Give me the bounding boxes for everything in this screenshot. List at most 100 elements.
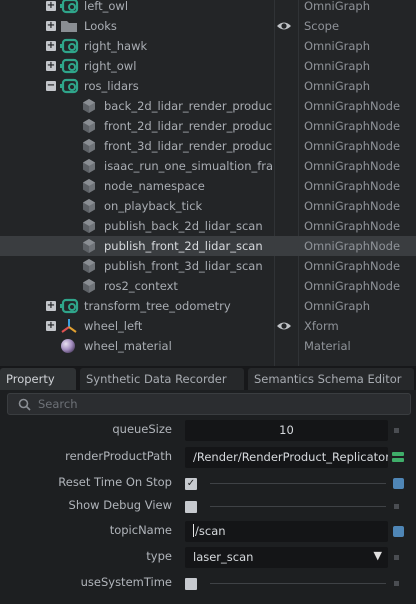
- tree-item-type: OmniGraphNode: [304, 179, 401, 193]
- node-icon: [81, 258, 97, 277]
- show-debug-checkbox[interactable]: [185, 501, 197, 513]
- tree-row[interactable]: node_namespace OmniGraphNode: [0, 176, 416, 196]
- graph-icon: [60, 58, 80, 77]
- default-indicator[interactable]: [394, 581, 399, 586]
- node-icon: [81, 218, 97, 237]
- graph-icon: [60, 0, 80, 17]
- tab-property[interactable]: Property: [0, 368, 76, 390]
- search-input[interactable]: Search: [7, 393, 411, 415]
- tree-row[interactable]: − ros_lidars OmniGraph: [0, 76, 416, 96]
- default-indicator[interactable]: [394, 555, 399, 560]
- queuesize-field[interactable]: 10: [185, 420, 388, 441]
- tree-row[interactable]: + left_owl OmniGraph: [0, 0, 416, 16]
- property-row-show-debug: Show Debug View: [0, 494, 416, 520]
- property-label: Reset Time On Stop: [58, 475, 172, 489]
- node-icon: [81, 238, 97, 257]
- expand-icon[interactable]: +: [46, 321, 56, 331]
- tree-item-type: OmniGraphNode: [304, 99, 401, 113]
- tree-row[interactable]: + transform_tree_odometry OmniGraph: [0, 296, 416, 316]
- node-icon: [81, 158, 97, 177]
- tree-item-name: front_2d_lidar_render_product: [104, 119, 272, 133]
- tree-item-name: ros_lidars: [84, 79, 139, 93]
- tree-item-type: OmniGraph: [304, 39, 371, 53]
- graph-icon: [60, 78, 80, 97]
- node-icon: [81, 198, 97, 217]
- property-label: topicName: [109, 523, 172, 537]
- tree-item-type: OmniGraphNode: [304, 119, 401, 133]
- topicname-field[interactable]: /scan: [185, 521, 388, 542]
- property-row-type: type laser_scan ▼: [0, 545, 416, 571]
- target-picker-icon[interactable]: [392, 451, 404, 463]
- type-dropdown[interactable]: laser_scan ▼: [185, 547, 388, 568]
- property-row-usesystemtime: useSystemTime: [0, 571, 416, 597]
- renderproductpath-field[interactable]: /Render/RenderProduct_Replicator: [185, 447, 388, 468]
- modified-indicator[interactable]: [393, 526, 404, 537]
- tree-row[interactable]: ros2_context OmniGraphNode: [0, 276, 416, 296]
- tree-item-name: back_2d_lidar_render_product: [104, 99, 272, 113]
- type-value: laser_scan: [193, 550, 254, 564]
- tree-item-name: node_namespace: [104, 179, 205, 193]
- expand-icon[interactable]: +: [46, 21, 56, 31]
- tree-row[interactable]: + right_hawk OmniGraph: [0, 36, 416, 56]
- tree-item-name: ros2_context: [104, 279, 178, 293]
- search-placeholder: Search: [38, 397, 78, 411]
- tree-item-name: transform_tree_odometry: [84, 299, 231, 313]
- folder-icon: [60, 18, 78, 37]
- expand-icon[interactable]: +: [46, 41, 56, 51]
- tree-item-name: on_playback_tick: [104, 199, 203, 213]
- property-panel: Property Synthetic Data Recorder Semanti…: [0, 366, 416, 604]
- graph-icon: [60, 298, 80, 317]
- tree-item-type: Material: [304, 339, 351, 353]
- tree-item-name: wheel_material: [84, 339, 172, 353]
- tree-item-name: front_3d_lidar_render_product: [104, 139, 272, 153]
- tree-item-name: left_owl: [84, 0, 129, 13]
- tree-item-type: OmniGraphNode: [304, 239, 401, 253]
- divider-line: [210, 483, 386, 484]
- search-icon: [18, 398, 31, 411]
- default-indicator[interactable]: [394, 428, 399, 433]
- property-row-queuesize: queueSize 10: [0, 418, 416, 444]
- default-indicator[interactable]: [394, 504, 399, 509]
- tree-row[interactable]: + wheel_left Xform: [0, 316, 416, 336]
- tree-item-type: OmniGraphNode: [304, 259, 401, 273]
- tree-row[interactable]: on_playback_tick OmniGraphNode: [0, 196, 416, 216]
- property-label: useSystemTime: [80, 575, 172, 589]
- tree-row[interactable]: front_3d_lidar_render_product OmniGraphNo…: [0, 136, 416, 156]
- tree-item-type: OmniGraph: [304, 79, 371, 93]
- tree-row[interactable]: + right_owl OmniGraph: [0, 56, 416, 76]
- tree-row[interactable]: wheel_material Material: [0, 336, 416, 356]
- tree-row[interactable]: publish_front_3d_lidar_scan OmniGraphNode: [0, 256, 416, 276]
- tree-item-type: OmniGraphNode: [304, 199, 401, 213]
- collapse-icon[interactable]: −: [46, 81, 56, 91]
- tab-synthetic-data-recorder[interactable]: Synthetic Data Recorder: [80, 368, 244, 390]
- tree-item-name: publish_front_2d_lidar_scan: [104, 239, 263, 253]
- expand-icon[interactable]: +: [46, 61, 56, 71]
- node-icon: [81, 118, 97, 137]
- tree-row[interactable]: publish_front_2d_lidar_scan OmniGraphNode: [0, 236, 416, 256]
- property-label: queueSize: [112, 422, 172, 436]
- tree-item-type: OmniGraph: [304, 0, 371, 13]
- tree-row[interactable]: isaac_run_one_simualtion_fram OmniGraphNo…: [0, 156, 416, 176]
- usesystemtime-checkbox[interactable]: [185, 578, 197, 590]
- visibility-eye-icon[interactable]: [276, 319, 292, 333]
- tree-item-name: wheel_left: [84, 319, 143, 333]
- graph-icon: [60, 38, 80, 57]
- tree-row[interactable]: + Looks Scope: [0, 16, 416, 36]
- expand-icon[interactable]: +: [46, 301, 56, 311]
- expand-icon[interactable]: +: [46, 1, 56, 11]
- modified-indicator[interactable]: [393, 478, 404, 489]
- dropdown-arrow-icon: ▼: [373, 549, 382, 562]
- tab-semantics-schema-editor[interactable]: Semantics Schema Editor: [248, 368, 414, 390]
- tree-row[interactable]: front_2d_lidar_render_product OmniGraphNo…: [0, 116, 416, 136]
- tree-item-name: isaac_run_one_simualtion_fram: [104, 159, 272, 173]
- property-row-topicname: topicName /scan: [0, 519, 416, 545]
- tree-row[interactable]: back_2d_lidar_render_product OmniGraphNod…: [0, 96, 416, 116]
- property-label: Show Debug View: [68, 498, 172, 512]
- property-label: renderProductPath: [65, 449, 172, 463]
- visibility-eye-icon[interactable]: [276, 19, 292, 33]
- tree-row[interactable]: publish_back_2d_lidar_scan OmniGraphNode: [0, 216, 416, 236]
- tree-item-name: publish_back_2d_lidar_scan: [104, 219, 263, 233]
- reset-time-checkbox[interactable]: ✓: [185, 478, 197, 490]
- tree-item-name: right_owl: [84, 59, 137, 73]
- topicname-value: /scan: [195, 524, 226, 538]
